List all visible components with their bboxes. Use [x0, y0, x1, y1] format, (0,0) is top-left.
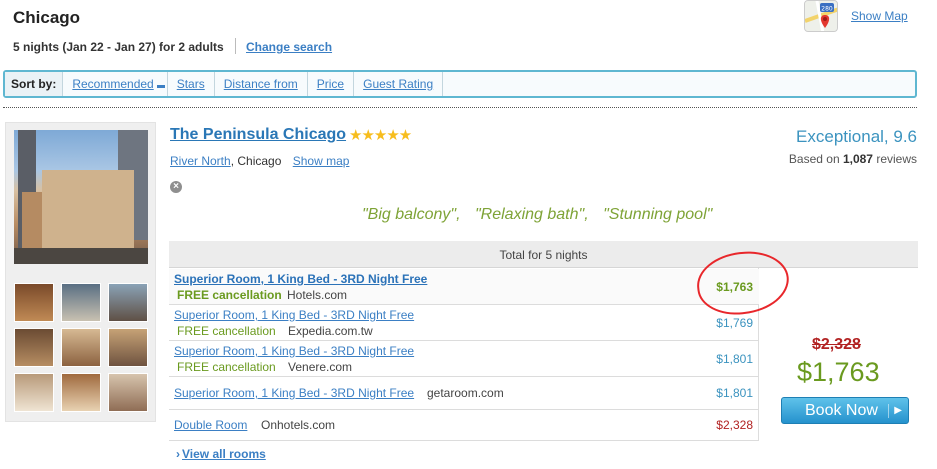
photo-thumbnail[interactable] [108, 328, 148, 367]
photo-thumbnails [14, 283, 148, 412]
review-quote: "Stunning pool" [603, 206, 713, 223]
booking-site: Hotels.com [287, 288, 348, 302]
sort-option-stars[interactable]: Stars [168, 72, 215, 96]
divider [235, 38, 236, 54]
change-search-link[interactable]: Change search [246, 40, 332, 54]
page-title: Chicago [13, 8, 81, 27]
best-price: $1,763 [797, 357, 880, 387]
chevron-right-icon: › [176, 447, 180, 461]
show-map-link[interactable]: Show Map [851, 9, 908, 23]
rate-price[interactable]: $1,769 [716, 316, 753, 330]
view-all-rooms[interactable]: › View all rooms [176, 447, 266, 461]
photo-thumbnail[interactable] [61, 283, 101, 322]
rate-row[interactable]: Superior Room, 1 King Bed - 3RD Night Fr… [169, 269, 759, 305]
review-highlights: "Big balcony", "Relaxing bath", "Stunnin… [362, 206, 722, 224]
sort-bar: Sort by: Recommended Stars Distance from… [3, 70, 917, 98]
free-cancellation: FREE cancellation [177, 324, 276, 338]
free-cancellation: FREE cancellation [177, 288, 282, 302]
map-icon-badge: 280 [821, 6, 833, 13]
close-icon[interactable]: × [170, 181, 182, 193]
book-now-label: Book Now [805, 402, 878, 419]
sort-option-price[interactable]: Price [308, 72, 355, 96]
free-cancellation: FREE cancellation [177, 360, 276, 374]
guest-rating: Exceptional, 9.6 [796, 127, 917, 146]
sort-option-recommended[interactable]: Recommended [63, 72, 168, 96]
rate-price[interactable]: $1,801 [716, 352, 753, 366]
rate-price[interactable]: $1,801 [716, 386, 753, 400]
view-all-rooms-link[interactable]: View all rooms [182, 447, 266, 461]
city-name: , Chicago [230, 154, 282, 168]
show-map-link[interactable]: Show map [293, 154, 350, 168]
photo-thumbnail[interactable] [14, 328, 54, 367]
review-quote: "Big balcony", [362, 206, 461, 223]
original-price: $2,328 [812, 336, 861, 353]
sort-option-label[interactable]: Stars [177, 77, 205, 91]
sort-option-label[interactable]: Price [317, 77, 344, 91]
search-summary: 5 nights (Jan 22 - Jan 27) for 2 adults [13, 40, 224, 54]
room-link[interactable]: Superior Room, 1 King Bed - 3RD Night Fr… [174, 344, 414, 358]
room-link[interactable]: Superior Room, 1 King Bed - 3RD Night Fr… [174, 308, 414, 322]
booking-site: Expedia.com.tw [288, 324, 373, 338]
booking-site: Onhotels.com [261, 418, 336, 432]
book-now-button[interactable]: Book Now ▶ [781, 397, 909, 424]
photo-thumbnail[interactable] [14, 283, 54, 322]
review-count: Based on 1,087 reviews [788, 152, 917, 166]
hotel-location: River North, Chicago Show map [170, 154, 349, 168]
hotel-main-photo[interactable] [14, 130, 148, 264]
rate-price[interactable]: $2,328 [716, 418, 753, 432]
room-link[interactable]: Superior Room, 1 King Bed - 3RD Night Fr… [174, 386, 414, 400]
room-link[interactable]: Double Room [174, 418, 247, 432]
booking-site: getaroom.com [427, 386, 504, 400]
sort-option-label[interactable]: Recommended [72, 77, 153, 91]
sort-option-guest-rating[interactable]: Guest Rating [354, 72, 444, 96]
photo-thumbnail[interactable] [61, 328, 101, 367]
rate-row[interactable]: Superior Room, 1 King Bed - 3RD Night Fr… [169, 377, 759, 410]
photo-thumbnail[interactable] [108, 373, 148, 412]
chevron-right-icon: ▶ [888, 404, 902, 418]
divider [3, 107, 917, 108]
sort-label: Sort by: [5, 72, 64, 96]
review-quote: "Relaxing bath", [474, 206, 589, 223]
map-icon[interactable]: 280 [804, 0, 838, 32]
selected-indicator-icon [156, 85, 165, 88]
neighborhood-link[interactable]: River North [170, 154, 231, 168]
rate-row[interactable]: Superior Room, 1 King Bed - 3RD Night Fr… [169, 305, 759, 341]
hotel-name-link[interactable]: The Peninsula Chicago [170, 126, 346, 144]
rate-row[interactable]: Superior Room, 1 King Bed - 3RD Night Fr… [169, 341, 759, 377]
rate-row[interactable]: Double Room Onhotels.com $2,328 [169, 410, 759, 441]
sort-option-distance[interactable]: Distance from [215, 72, 308, 96]
sort-option-label[interactable]: Distance from [224, 77, 298, 91]
booking-site: Venere.com [288, 360, 353, 374]
star-rating-icon: ★★★★★ [349, 127, 412, 144]
room-link[interactable]: Superior Room, 1 King Bed - 3RD Night Fr… [174, 272, 427, 286]
photo-thumbnail[interactable] [14, 373, 54, 412]
rates-header: Total for 5 nights [169, 241, 918, 268]
photo-thumbnail[interactable] [108, 283, 148, 322]
photo-thumbnail[interactable] [61, 373, 101, 412]
sort-option-label[interactable]: Guest Rating [363, 77, 433, 91]
